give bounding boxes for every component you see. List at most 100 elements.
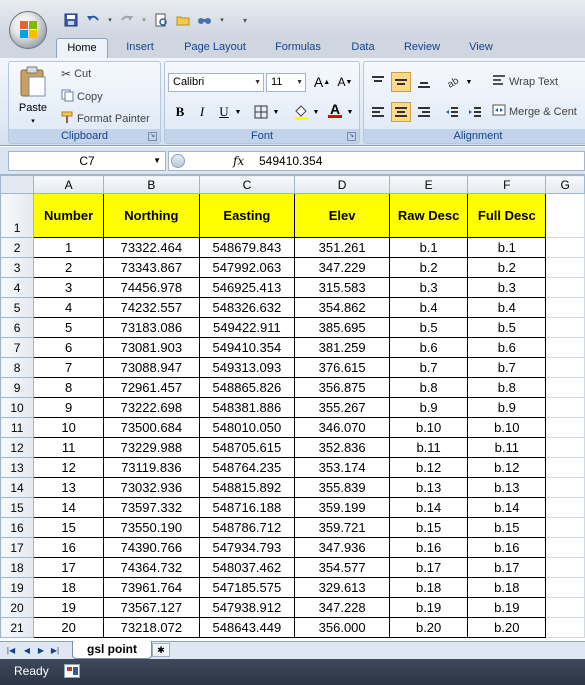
fill-color-button[interactable] — [291, 102, 311, 122]
chevron-down-icon[interactable]: ▼ — [345, 102, 355, 122]
dialog-launcher-icon[interactable]: ↘ — [347, 132, 356, 141]
decrease-indent-icon[interactable] — [442, 102, 462, 122]
row-header[interactable]: 6 — [0, 317, 35, 338]
table-cell[interactable]: 73961.764 — [103, 577, 200, 598]
table-cell[interactable]: 73550.190 — [103, 517, 200, 538]
empty-cell[interactable] — [545, 237, 585, 258]
row-header[interactable]: 20 — [0, 597, 35, 618]
empty-cell[interactable] — [545, 337, 585, 358]
table-cell[interactable]: b.13 — [389, 477, 469, 498]
table-cell[interactable]: b.1 — [467, 237, 547, 258]
font-name-select[interactable]: Calibri ▼ — [168, 73, 264, 92]
formula-input[interactable]: 549410.354 — [259, 152, 322, 170]
header-cell-full-desc[interactable]: Full Desc — [467, 193, 547, 238]
row-header[interactable]: 15 — [0, 497, 35, 518]
table-cell[interactable]: 73500.684 — [103, 417, 200, 438]
table-cell[interactable]: 13 — [33, 477, 105, 498]
align-right-icon[interactable] — [414, 102, 434, 122]
empty-cell[interactable] — [545, 477, 585, 498]
row-header[interactable]: 12 — [0, 437, 35, 458]
table-cell[interactable]: 548815.892 — [198, 477, 296, 498]
table-cell[interactable]: b.10 — [467, 417, 547, 438]
empty-cell[interactable] — [545, 297, 585, 318]
empty-cell[interactable] — [545, 517, 585, 538]
next-sheet-icon[interactable]: ▶ — [36, 645, 46, 656]
insert-function-icon[interactable]: fx — [233, 152, 244, 170]
name-box[interactable]: C7 ▼ — [8, 151, 166, 171]
tab-home[interactable]: Home — [56, 38, 108, 58]
merge-center-button[interactable]: Merge & Cent — [492, 104, 577, 119]
table-cell[interactable]: 548037.462 — [198, 557, 296, 578]
last-sheet-icon[interactable]: ▶| — [50, 645, 60, 656]
table-cell[interactable]: 18 — [33, 577, 105, 598]
align-middle-icon[interactable] — [391, 72, 411, 92]
table-cell[interactable]: 356.875 — [294, 377, 391, 398]
save-icon[interactable] — [62, 11, 80, 29]
copy-button[interactable]: Copy — [61, 89, 103, 105]
table-cell[interactable]: 73183.086 — [103, 317, 200, 338]
header-cell-easting[interactable]: Easting — [198, 193, 296, 238]
table-cell[interactable]: 547938.912 — [198, 597, 296, 618]
italic-button[interactable]: I — [192, 102, 212, 122]
table-cell[interactable]: 72961.457 — [103, 377, 200, 398]
table-cell[interactable]: 549410.354 — [198, 337, 296, 358]
empty-cell[interactable] — [545, 417, 585, 438]
sheet-tab-gsl-point[interactable]: gsl point — [72, 641, 152, 659]
underline-button[interactable]: U — [214, 102, 234, 122]
table-cell[interactable]: 548764.235 — [198, 457, 296, 478]
column-header-b[interactable]: B — [103, 175, 200, 194]
header-cell-number[interactable]: Number — [33, 193, 105, 238]
table-cell[interactable]: b.19 — [389, 597, 469, 618]
table-cell[interactable]: b.7 — [467, 357, 547, 378]
table-cell[interactable]: 347.936 — [294, 537, 391, 558]
row-header[interactable]: 7 — [0, 337, 35, 358]
table-cell[interactable]: 14 — [33, 497, 105, 518]
table-cell[interactable]: b.16 — [467, 537, 547, 558]
table-cell[interactable]: 1 — [33, 237, 105, 258]
table-cell[interactable]: 548865.826 — [198, 377, 296, 398]
table-cell[interactable]: 354.577 — [294, 557, 391, 578]
table-cell[interactable]: b.18 — [389, 577, 469, 598]
table-cell[interactable]: b.3 — [467, 277, 547, 298]
empty-cell[interactable] — [545, 397, 585, 418]
chevron-down-icon[interactable]: ▾ — [140, 11, 148, 29]
column-header-g[interactable]: G — [545, 175, 585, 194]
paste-button[interactable]: Paste ▾ — [13, 65, 53, 131]
table-cell[interactable]: 381.259 — [294, 337, 391, 358]
table-cell[interactable]: b.2 — [389, 257, 469, 278]
table-cell[interactable]: 549422.911 — [198, 317, 296, 338]
empty-cell[interactable] — [545, 357, 585, 378]
chevron-down-icon[interactable]: ▼ — [233, 102, 243, 122]
table-cell[interactable]: 548326.632 — [198, 297, 296, 318]
table-cell[interactable]: 6 — [33, 337, 105, 358]
table-cell[interactable]: 4 — [33, 297, 105, 318]
table-cell[interactable]: b.19 — [467, 597, 547, 618]
row-header[interactable]: 1 — [0, 193, 35, 238]
table-cell[interactable]: b.6 — [389, 337, 469, 358]
table-cell[interactable]: 549313.093 — [198, 357, 296, 378]
table-cell[interactable]: 73567.127 — [103, 597, 200, 618]
empty-cell[interactable] — [545, 617, 585, 638]
empty-cell[interactable] — [545, 597, 585, 618]
orientation-icon[interactable]: ab — [444, 72, 464, 92]
align-center-icon[interactable] — [391, 102, 411, 122]
table-cell[interactable]: 548786.712 — [198, 517, 296, 538]
table-cell[interactable]: 548716.188 — [198, 497, 296, 518]
row-header[interactable]: 18 — [0, 557, 35, 578]
table-cell[interactable]: b.9 — [467, 397, 547, 418]
table-cell[interactable]: b.15 — [389, 517, 469, 538]
table-cell[interactable]: 547992.063 — [198, 257, 296, 278]
macro-recording-icon[interactable] — [64, 664, 80, 678]
wrap-text-button[interactable]: Wrap Text — [492, 74, 558, 89]
table-cell[interactable]: 19 — [33, 597, 105, 618]
table-cell[interactable]: b.9 — [389, 397, 469, 418]
chevron-down-icon[interactable]: ▾ — [106, 11, 114, 29]
bold-button[interactable]: B — [170, 102, 190, 122]
table-cell[interactable]: b.18 — [467, 577, 547, 598]
empty-cell[interactable] — [545, 557, 585, 578]
table-cell[interactable]: 548381.886 — [198, 397, 296, 418]
table-cell[interactable]: 547185.575 — [198, 577, 296, 598]
table-cell[interactable]: b.12 — [389, 457, 469, 478]
header-cell-raw-desc[interactable]: Raw Desc — [389, 193, 469, 238]
empty-cell[interactable] — [545, 497, 585, 518]
